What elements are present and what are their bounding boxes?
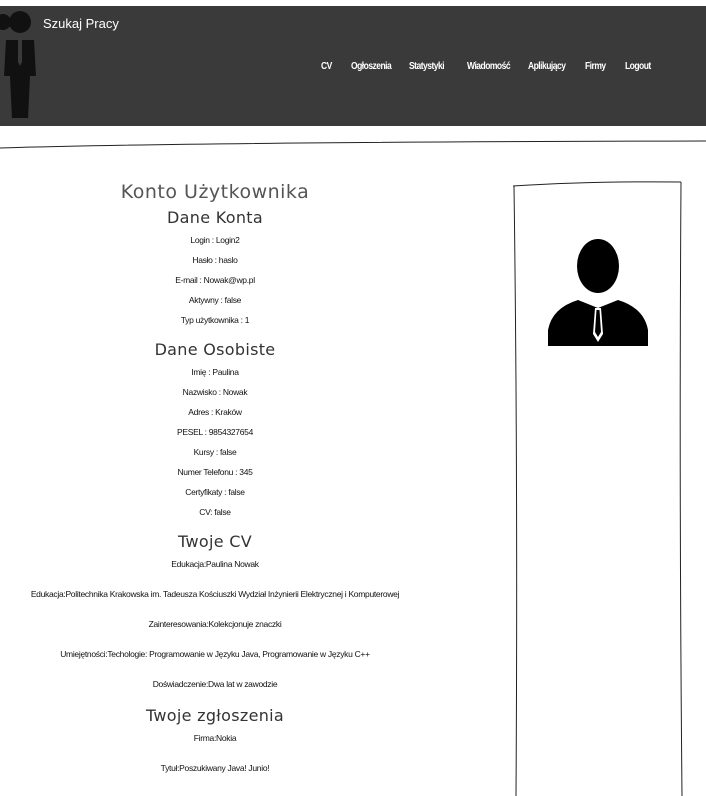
application-company: Firma:Nokia: [193, 733, 237, 743]
nav-wiadomosc[interactable]: Wiadomość: [467, 61, 511, 72]
main-nav: CV Ogłoszenia Statystyki Wiadomość Aplik…: [0, 61, 706, 81]
section-account-heading: Dane Konta: [167, 208, 263, 227]
personal-last-name: Nazwisko : Nowak: [182, 387, 248, 397]
nav-ogloszenia[interactable]: Ogłoszenia: [351, 61, 392, 72]
account-content: Konto Użytkownika Dane Konta Login : Log…: [0, 178, 430, 788]
user-avatar-icon: [548, 239, 648, 346]
page-title: Konto Użytkownika: [120, 181, 310, 203]
personal-pesel: PESEL : 9854327654: [176, 427, 254, 437]
nav-firmy[interactable]: Firmy: [585, 61, 606, 72]
account-active: Aktywny : false: [188, 295, 242, 305]
cv-skills: Umiejętności:Techologie: Programowanie w…: [60, 649, 370, 659]
nav-cv[interactable]: CV: [321, 61, 332, 72]
cv-education: Edukacja:Politechnika Krakowska im. Tade…: [30, 589, 400, 599]
header-divider: [0, 140, 706, 149]
account-password: Hasło : haslo: [192, 255, 238, 265]
cv-experience: Doświadczenie:Dwa lat w zawodzie: [152, 679, 278, 689]
nav-logout[interactable]: Logout: [625, 61, 651, 72]
personal-address: Adres : Kraków: [188, 407, 242, 417]
personal-certificates: Certyfikaty : false: [185, 487, 245, 497]
personal-first-name: Imię : Paulina: [191, 367, 239, 377]
nav-statystyki[interactable]: Statystyki: [409, 61, 445, 72]
section-applications-heading: Twoje zgłoszenia: [145, 706, 285, 725]
personal-courses: Kursy : false: [193, 447, 237, 457]
section-cv-heading: Twoje CV: [178, 532, 252, 551]
brand-title[interactable]: Szukaj Pracy: [43, 16, 119, 31]
personal-phone: Numer Telefonu : 345: [177, 467, 253, 477]
cv-interests: Zainteresowania:Kolekcjonuje znaczki: [148, 619, 282, 629]
account-email: E-mail : Nowak@wp.pl: [175, 275, 255, 285]
nav-aplikujacy[interactable]: Aplikujący: [528, 61, 566, 72]
account-login: Login : Login2: [190, 235, 240, 245]
cv-name: Edukacja:Paulina Nowak: [171, 559, 259, 569]
personal-cv: CV: false: [199, 507, 231, 517]
account-user-type: Typ użytkownika : 1: [180, 315, 250, 325]
application-title: Tytuł:Poszukiwany Java! Junio!: [160, 763, 270, 773]
section-personal-heading: Dane Osobiste: [154, 340, 276, 359]
app-header: Szukaj Pracy CV Ogłoszenia Statystyki Wi…: [0, 6, 706, 126]
